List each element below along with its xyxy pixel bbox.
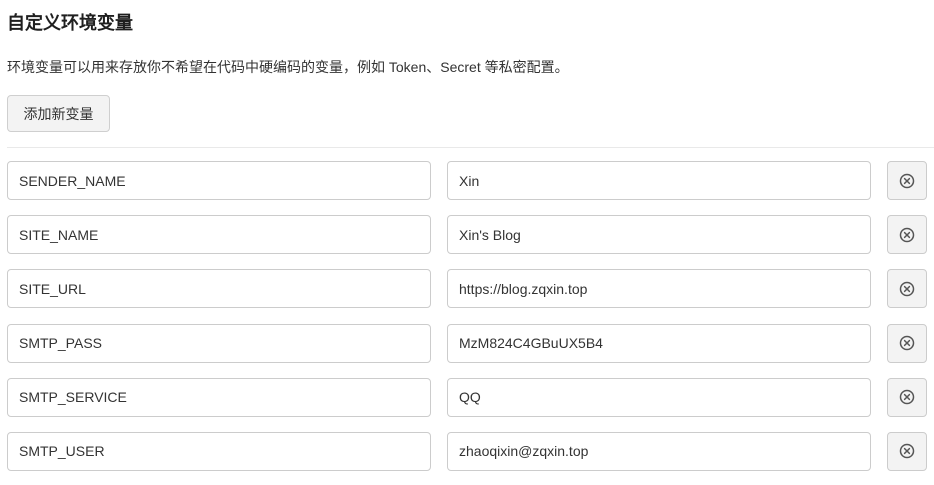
variable-key-input[interactable] [7,161,431,200]
close-circle-icon [899,173,915,188]
variable-value-input[interactable] [447,377,871,417]
variable-key-input[interactable] [7,377,431,417]
variable-value-input[interactable] [447,215,871,255]
variable-key-input[interactable] [7,431,431,471]
divider [7,147,934,148]
variable-key-input[interactable] [7,215,431,255]
env-variables-page: 自定义环境变量 环境变量可以用来存放你不希望在代码中硬编码的变量，例如 Toke… [0,0,934,485]
variable-list [7,161,934,485]
variable-key-input[interactable] [7,323,431,363]
delete-variable-button[interactable] [887,323,927,363]
variable-value-input[interactable] [447,161,871,200]
variable-row [7,323,934,363]
close-circle-icon [899,335,915,351]
variable-key-input[interactable] [7,269,431,309]
close-circle-icon [899,227,915,242]
close-circle-icon [899,390,915,405]
close-circle-icon [899,281,915,297]
delete-variable-button[interactable] [887,377,927,417]
delete-variable-button[interactable] [887,161,927,200]
add-variable-button[interactable]: 添加新变量 [7,95,110,132]
variable-row [7,161,934,200]
variable-row [7,215,934,255]
delete-variable-button[interactable] [887,215,927,255]
delete-variable-button[interactable] [887,431,927,471]
variable-row [7,431,934,471]
section-title: 自定义环境变量 [7,13,133,33]
variable-value-input[interactable] [447,431,871,471]
section-description: 环境变量可以用来存放你不希望在代码中硬编码的变量，例如 Token、Secret… [7,59,569,75]
close-circle-icon [899,444,915,459]
variable-row [7,377,934,417]
variable-value-input[interactable] [447,323,871,363]
variable-value-input[interactable] [447,269,871,309]
variable-row [7,269,934,309]
delete-variable-button[interactable] [887,269,927,309]
